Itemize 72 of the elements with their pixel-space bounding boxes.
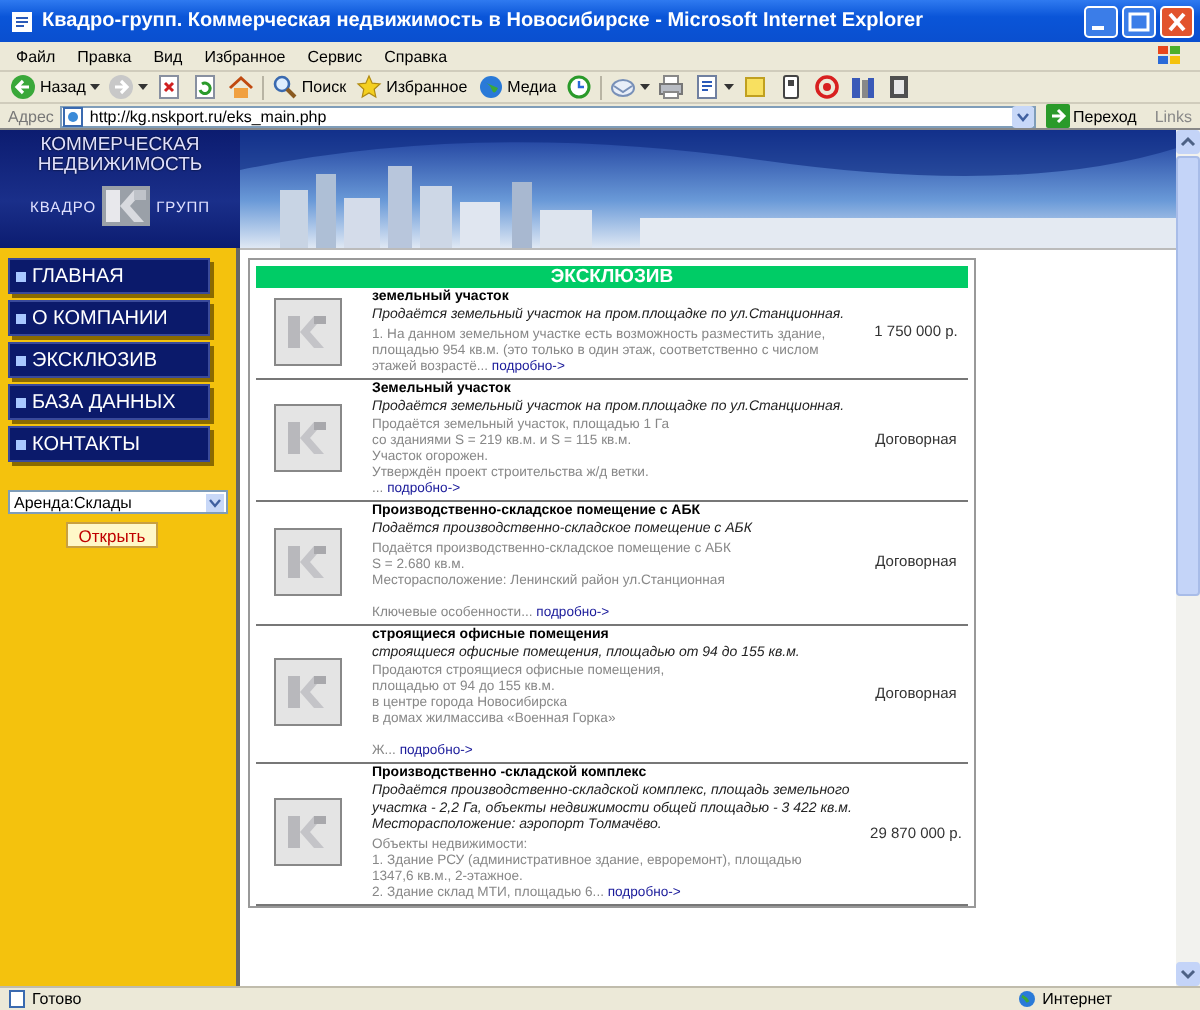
scroll-up-button[interactable]	[1176, 130, 1200, 154]
home-button[interactable]	[225, 73, 256, 101]
menu-item[interactable]: Файл	[16, 47, 56, 65]
book-icon	[886, 74, 913, 100]
nav-button[interactable]: ЭКСКЛЮЗИВ	[8, 342, 210, 378]
back-button[interactable]: Назад	[8, 73, 88, 101]
media-button[interactable]: Медиа	[475, 73, 559, 101]
close-button[interactable]	[1160, 5, 1194, 37]
dropdown-arrow-icon	[206, 493, 224, 511]
scroll-thumb[interactable]	[1176, 156, 1200, 596]
ring-icon	[814, 74, 841, 100]
printer-icon	[658, 74, 685, 100]
scrollbar[interactable]	[1176, 130, 1200, 986]
nav-button[interactable]: БАЗА ДАННЫХ	[8, 384, 210, 420]
open-button[interactable]: Открыть	[66, 522, 158, 548]
address-field[interactable]: http://kg.nskport.ru/eks_main.php	[59, 105, 1036, 127]
filter-dropdown[interactable]: Аренда:Склады	[8, 490, 228, 514]
menu-item[interactable]: Вид	[153, 47, 183, 65]
star-icon	[356, 74, 383, 100]
logo-text: НЕДВИЖИМОСТЬ	[37, 156, 203, 176]
menu-item[interactable]: Сервис	[307, 47, 363, 65]
refresh-button[interactable]	[189, 73, 220, 101]
document-button[interactable]	[692, 73, 723, 101]
maximize-button[interactable]	[1122, 5, 1156, 37]
stop-icon	[155, 74, 182, 100]
phone-icon	[778, 74, 805, 100]
mail-icon	[610, 74, 637, 100]
history-button[interactable]	[564, 73, 595, 101]
nav-button[interactable]: КОНТАКТЫ	[8, 426, 210, 462]
bullet-icon	[16, 313, 26, 323]
bullet-icon	[16, 397, 26, 407]
status-text: Готово	[32, 990, 82, 1008]
bullet-icon	[16, 271, 26, 281]
books-button[interactable]	[848, 73, 879, 101]
menu-item[interactable]: Правка	[77, 47, 132, 65]
printer-button[interactable]	[656, 73, 687, 101]
search-icon	[271, 74, 298, 100]
caret-icon[interactable]	[640, 84, 651, 90]
caret-icon[interactable]	[137, 84, 148, 90]
bullet-icon	[16, 439, 26, 449]
home-icon	[227, 74, 254, 100]
bullet-icon	[16, 355, 26, 365]
logo-mark-icon	[100, 184, 153, 228]
windows-flag-icon	[1156, 44, 1184, 68]
page-icon	[10, 9, 34, 33]
window-title: Квадро-групп. Коммерческая недвижимость в Новосибирске - Microsoft Internet Explorer	[42, 10, 925, 32]
history-icon	[566, 74, 593, 100]
logo-text: КОММЕРЧЕСКАЯ	[40, 136, 200, 156]
books-icon	[850, 74, 877, 100]
address-label: Адрес	[8, 107, 54, 125]
go-button[interactable]: Переход	[1041, 104, 1141, 128]
stop-button[interactable]	[153, 73, 184, 101]
caret-icon[interactable]	[89, 84, 100, 90]
nav-button[interactable]: О КОМПАНИИ	[8, 300, 210, 336]
minimize-button[interactable]	[1084, 5, 1118, 37]
favorites-button[interactable]: Избранное	[354, 73, 470, 101]
zone-text: Интернет	[1042, 990, 1112, 1008]
note-icon	[742, 74, 769, 100]
menu-item[interactable]: Справка	[384, 47, 448, 65]
caret-icon[interactable]	[724, 84, 735, 90]
section-header: ЭКСКЛЮЗИВ	[256, 266, 968, 288]
back-arrow-icon	[10, 74, 36, 100]
refresh-icon	[191, 74, 218, 100]
globe-icon	[477, 74, 504, 100]
globe-icon	[1018, 990, 1037, 1008]
document-icon	[694, 74, 721, 100]
search-button[interactable]: Поиск	[269, 73, 349, 101]
nav-button[interactable]: ГЛАВНАЯ	[8, 258, 210, 294]
scroll-down-button[interactable]	[1176, 962, 1200, 986]
page-icon	[8, 990, 26, 1008]
menu-item[interactable]: Избранное	[204, 47, 286, 65]
ring-button[interactable]	[812, 73, 843, 101]
